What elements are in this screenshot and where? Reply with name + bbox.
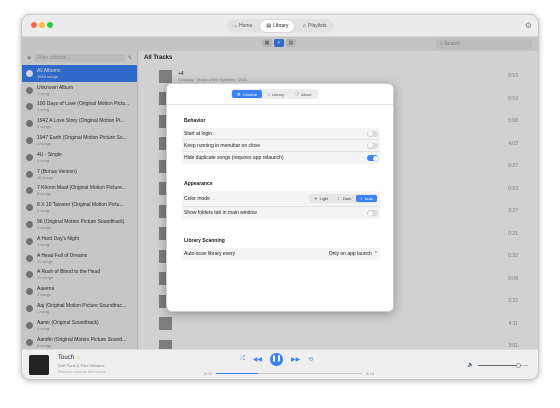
show-folders-row: Show folders tab in main window bbox=[182, 207, 380, 219]
toggle-knob bbox=[367, 143, 373, 148]
color-mode-row: Color mode ☀ Light ☾ Dark ◐ Auto bbox=[182, 191, 380, 207]
album-artwork bbox=[29, 355, 49, 375]
progress-slider[interactable] bbox=[216, 373, 362, 374]
tab-about[interactable]: ⓘ About bbox=[290, 90, 316, 98]
show-folders-toggle[interactable] bbox=[367, 210, 378, 216]
library-icon: ▤ bbox=[266, 23, 272, 29]
start-at-login-label: Start at login bbox=[184, 130, 213, 137]
home-icon: ⌂ bbox=[234, 23, 238, 29]
info-icon: ⓘ bbox=[295, 91, 300, 96]
scanning-heading: Library Scanning bbox=[184, 238, 225, 244]
gear-icon: ⚙ bbox=[237, 91, 241, 97]
zoom-window-button[interactable] bbox=[47, 22, 53, 28]
now-playing-title-row: Touch ☆ bbox=[58, 355, 81, 361]
playlists-icon: ♫ bbox=[302, 23, 307, 29]
show-folders-label: Show folders tab in main window bbox=[184, 210, 257, 216]
elapsed-time: 2:26 bbox=[204, 371, 212, 376]
tab-home[interactable]: ⌂ Home bbox=[228, 20, 258, 32]
dialog-divider bbox=[167, 104, 393, 105]
menubar-label: Keep running in menubar on close bbox=[184, 142, 261, 149]
auto-scan-select[interactable]: Only on app launch ⌃ bbox=[329, 251, 378, 257]
tab-library[interactable]: ▤ Library bbox=[260, 20, 295, 32]
library-icon: ♪ bbox=[267, 91, 270, 97]
auto-icon: ◐ bbox=[360, 196, 363, 201]
volume-slider[interactable] bbox=[478, 362, 528, 368]
tab-home-label: Home bbox=[239, 23, 253, 29]
appearance-heading: Appearance bbox=[184, 181, 213, 187]
title-bar: ⌂ Home ▤ Library ♫ Playlists ⚙ bbox=[22, 15, 538, 37]
tab-playlists-label: Playlists bbox=[308, 23, 327, 29]
light-mode-label: Light bbox=[319, 196, 329, 201]
settings-tabs: ⚙ General ♪ Library ⓘ About bbox=[231, 89, 318, 99]
toggle-knob bbox=[372, 155, 378, 161]
dark-mode-label: Dark bbox=[342, 196, 352, 201]
favorite-star-icon[interactable]: ☆ bbox=[76, 355, 80, 361]
tab-about-label: About bbox=[301, 91, 312, 97]
chevron-updown-icon: ⌃ bbox=[373, 251, 378, 257]
moon-icon: ☾ bbox=[337, 196, 341, 201]
toggle-knob bbox=[367, 210, 373, 216]
menubar-row: Keep running in menubar on close bbox=[182, 140, 380, 152]
tab-general[interactable]: ⚙ General bbox=[232, 90, 262, 98]
shuffle-icon[interactable]: ⤮ bbox=[240, 356, 245, 363]
hide-duplicates-label: Hide duplicate songs (requires app relau… bbox=[184, 155, 284, 161]
toggle-knob bbox=[367, 131, 373, 136]
repeat-icon[interactable]: ⟲ bbox=[308, 356, 313, 363]
behavior-heading: Behavior bbox=[184, 118, 206, 124]
tab-general-label: General bbox=[242, 91, 257, 97]
close-window-button[interactable] bbox=[31, 22, 37, 28]
color-mode-segmented: ☀ Light ☾ Dark ◐ Auto bbox=[309, 194, 378, 203]
auto-scan-label: Auto-scan library every bbox=[184, 251, 236, 257]
hide-duplicates-toggle[interactable] bbox=[367, 155, 378, 161]
now-playing-artist: Daft Punk & Paul Williams bbox=[58, 363, 105, 368]
scanning-group: Auto-scan library every Only on app laun… bbox=[182, 248, 380, 260]
now-playing-bar: Touch ☆ Daft Punk & Paul Williams Random … bbox=[22, 349, 538, 379]
auto-mode-button[interactable]: ◐ Auto bbox=[356, 195, 377, 202]
now-playing-title: Touch bbox=[58, 355, 75, 361]
volume-knob[interactable] bbox=[515, 362, 521, 368]
start-at-login-toggle[interactable] bbox=[367, 130, 378, 137]
pause-button[interactable]: ❚❚ bbox=[270, 353, 284, 366]
volume-control: 🔈 bbox=[468, 362, 528, 368]
speaker-icon: 🔈 bbox=[467, 362, 474, 368]
next-track-icon[interactable]: ▶▶ bbox=[291, 356, 300, 363]
progress-fill bbox=[216, 373, 259, 374]
tab-settings-library[interactable]: ♪ Library bbox=[263, 90, 289, 98]
start-at-login-row: Start at login bbox=[182, 128, 380, 140]
tab-library-label: Library bbox=[273, 23, 289, 29]
auto-mode-label: Auto bbox=[364, 196, 373, 201]
progress-area: 2:26 8:18 bbox=[204, 371, 374, 376]
auto-scan-row: Auto-scan library every Only on app laun… bbox=[182, 248, 380, 260]
auto-scan-value: Only on app launch bbox=[328, 251, 372, 257]
now-playing-album: Random Access Memories bbox=[58, 369, 106, 374]
menubar-toggle[interactable] bbox=[367, 142, 378, 149]
light-mode-button[interactable]: ☀ Light bbox=[310, 195, 332, 202]
main-nav-tabs: ⌂ Home ▤ Library ♫ Playlists bbox=[227, 19, 334, 33]
minimize-window-button[interactable] bbox=[39, 22, 45, 28]
tab-settings-library-label: Library bbox=[271, 91, 285, 97]
settings-dialog: ⚙ General ♪ Library ⓘ About Behavior Sta… bbox=[166, 83, 394, 312]
color-mode-label: Color mode bbox=[184, 195, 210, 202]
appearance-group: Color mode ☀ Light ☾ Dark ◐ Auto Show folde… bbox=[182, 191, 380, 219]
previous-track-icon[interactable]: ◀◀ bbox=[253, 356, 262, 363]
volume-fill bbox=[478, 364, 518, 366]
playback-controls: ⤮ ◀◀ ❚❚ ▶▶ ⟲ bbox=[240, 353, 313, 366]
tab-playlists[interactable]: ♫ Playlists bbox=[296, 20, 332, 32]
total-time: 8:18 bbox=[366, 371, 374, 376]
behavior-group: Start at login Keep running in menubar o… bbox=[182, 128, 380, 164]
settings-gear-icon[interactable]: ⚙ bbox=[525, 21, 532, 30]
hide-duplicates-row: Hide duplicate songs (requires app relau… bbox=[182, 152, 380, 164]
dark-mode-button[interactable]: ☾ Dark bbox=[333, 195, 355, 202]
sun-icon: ☀ bbox=[314, 196, 318, 201]
